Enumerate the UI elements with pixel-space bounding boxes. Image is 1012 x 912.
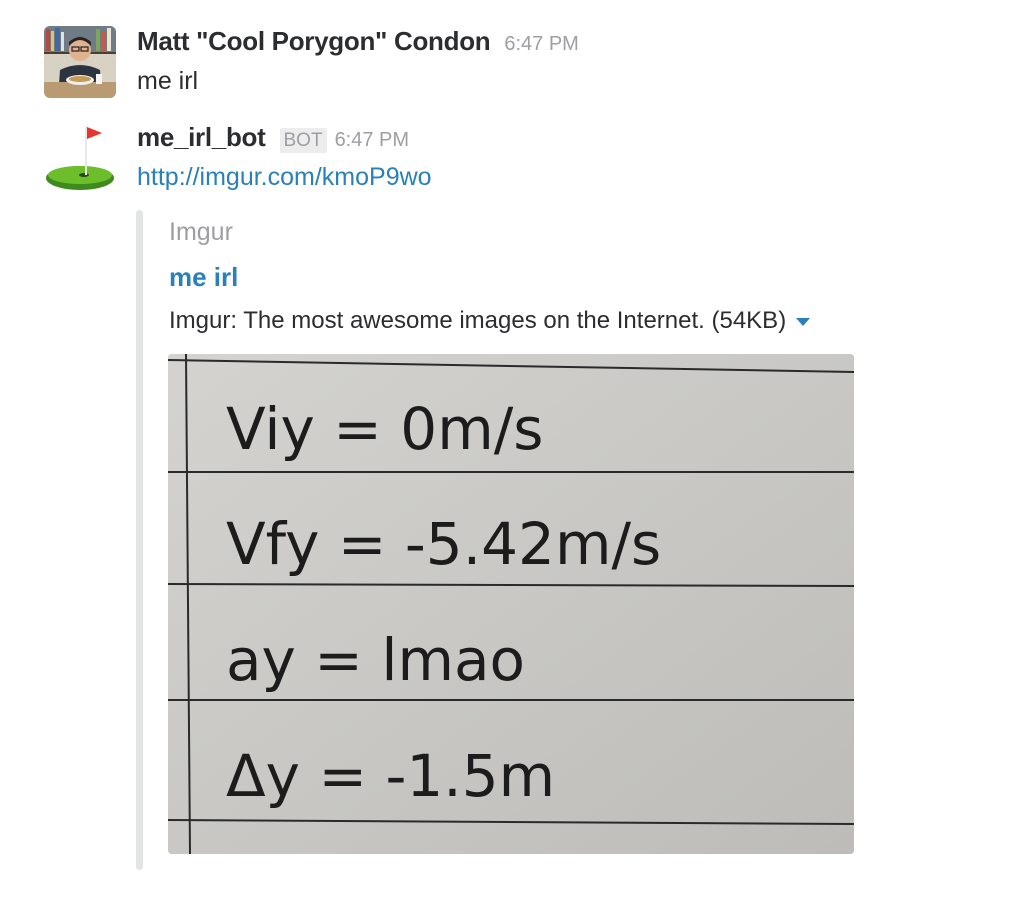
attachment-description: Imgur: The most awesome images on the In…	[169, 307, 787, 334]
attachment-description-line: Imgur: The most awesome images on the In…	[169, 307, 811, 335]
notebook-photo: Viy = 0m/s Vfy = -5.42m/s ay = lmao Δy =…	[168, 354, 854, 854]
message-body: Matt "Cool Porygon" Condon 6:47 PM me ir…	[137, 26, 992, 98]
attachment-service-name: Imgur	[169, 218, 233, 246]
handwritten-line-1: Viy = 0m/s	[226, 395, 543, 463]
user-avatar[interactable]	[44, 26, 116, 98]
person-photo-avatar-icon	[44, 26, 116, 98]
link-attachment: Imgur me irl Imgur: The most awesome ima…	[136, 210, 996, 870]
handwritten-line-4: Δy = -1.5m	[226, 742, 555, 810]
message-2: me_irl_bot BOT 6:47 PM http://imgur.com/…	[0, 122, 1012, 882]
message-timestamp[interactable]: 6:47 PM	[504, 33, 578, 56]
message-body: me_irl_bot BOT 6:47 PM http://imgur.com/…	[137, 122, 992, 194]
attachment-image[interactable]: Viy = 0m/s Vfy = -5.42m/s ay = lmao Δy =…	[168, 354, 854, 854]
message-1: Matt "Cool Porygon" Condon 6:47 PM me ir…	[0, 26, 1012, 106]
message-link[interactable]: http://imgur.com/kmoP9wo	[137, 160, 432, 194]
bot-badge: BOT	[279, 128, 327, 153]
sender-name[interactable]: me_irl_bot	[137, 122, 266, 153]
message-timestamp[interactable]: 6:47 PM	[335, 129, 409, 152]
attachment-title[interactable]: me irl	[169, 262, 238, 293]
handwritten-line-3: ay = lmao	[226, 626, 525, 694]
sender-name[interactable]: Matt "Cool Porygon" Condon	[137, 26, 491, 57]
sender-line: Matt "Cool Porygon" Condon 6:47 PM	[137, 26, 992, 60]
caret-down-icon[interactable]	[796, 317, 811, 326]
sender-line: me_irl_bot BOT 6:47 PM	[137, 122, 992, 156]
handwritten-line-2: Vfy = -5.42m/s	[226, 510, 661, 578]
message-text: me irl	[137, 67, 199, 95]
golf-flag-avatar-icon	[44, 122, 116, 194]
bot-avatar[interactable]	[44, 122, 116, 194]
attachment-bar	[136, 210, 143, 870]
